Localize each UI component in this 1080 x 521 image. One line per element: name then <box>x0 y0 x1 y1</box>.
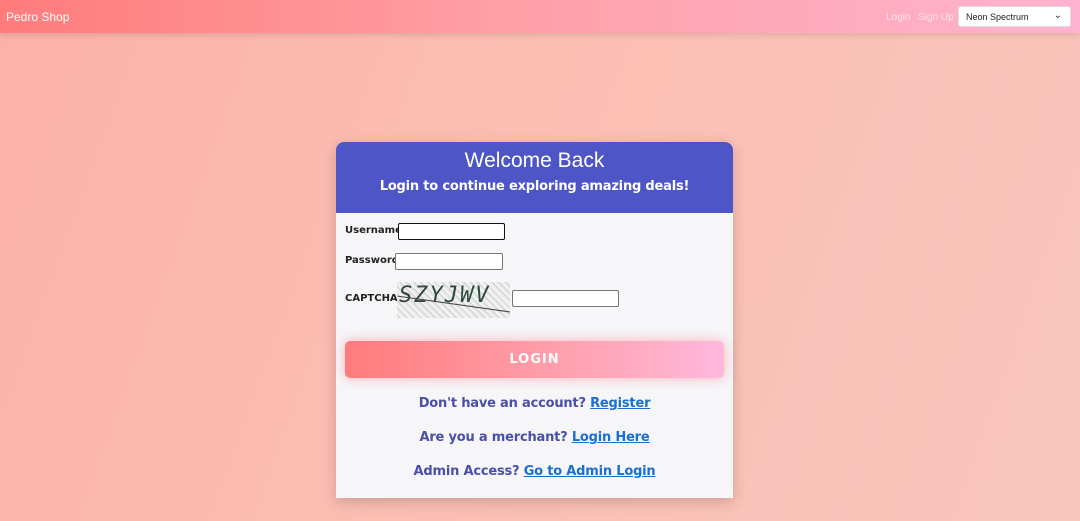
password-label: Password <box>345 255 399 266</box>
login-button[interactable]: LOGIN <box>345 341 724 378</box>
card-header: Welcome Back Login to continue exploring… <box>336 142 733 213</box>
username-input[interactable] <box>398 223 505 240</box>
username-label: Username <box>345 225 402 236</box>
captcha-image: SZYJWV <box>397 282 510 318</box>
password-input[interactable] <box>395 253 503 270</box>
admin-prompt: Admin Access? <box>413 464 520 479</box>
nav-signup-link[interactable]: Sign Up <box>918 12 954 23</box>
register-row: Don't have an account? Register <box>336 396 733 411</box>
page-title: Welcome Back <box>464 149 605 172</box>
chevron-down-icon: ⌄ <box>1053 10 1062 21</box>
page-subtitle: Login to continue exploring amazing deal… <box>379 179 690 194</box>
merchant-prompt: Are you a merchant? <box>419 430 568 445</box>
register-prompt: Don't have an account? <box>418 396 586 411</box>
theme-select[interactable]: Neon Spectrum ⌄ <box>958 6 1071 27</box>
admin-row: Admin Access? Go to Admin Login <box>336 464 733 479</box>
admin-login-link[interactable]: Go to Admin Login <box>524 464 656 479</box>
captcha-label: CAPTCHA <box>345 293 398 304</box>
brand-logo[interactable]: Pedro Shop <box>6 10 69 24</box>
captcha-input[interactable] <box>512 290 619 307</box>
nav-login-link[interactable]: Login <box>886 12 910 23</box>
merchant-row: Are you a merchant? Login Here <box>336 430 733 445</box>
merchant-login-link[interactable]: Login Here <box>572 430 650 445</box>
captcha-text: SZYJWV <box>399 283 491 308</box>
theme-select-value: Neon Spectrum <box>966 12 1029 22</box>
navbar: Pedro Shop Login Sign Up Neon Spectrum ⌄ <box>0 0 1080 33</box>
login-card: Welcome Back Login to continue exploring… <box>336 142 733 498</box>
register-link[interactable]: Register <box>590 396 650 411</box>
